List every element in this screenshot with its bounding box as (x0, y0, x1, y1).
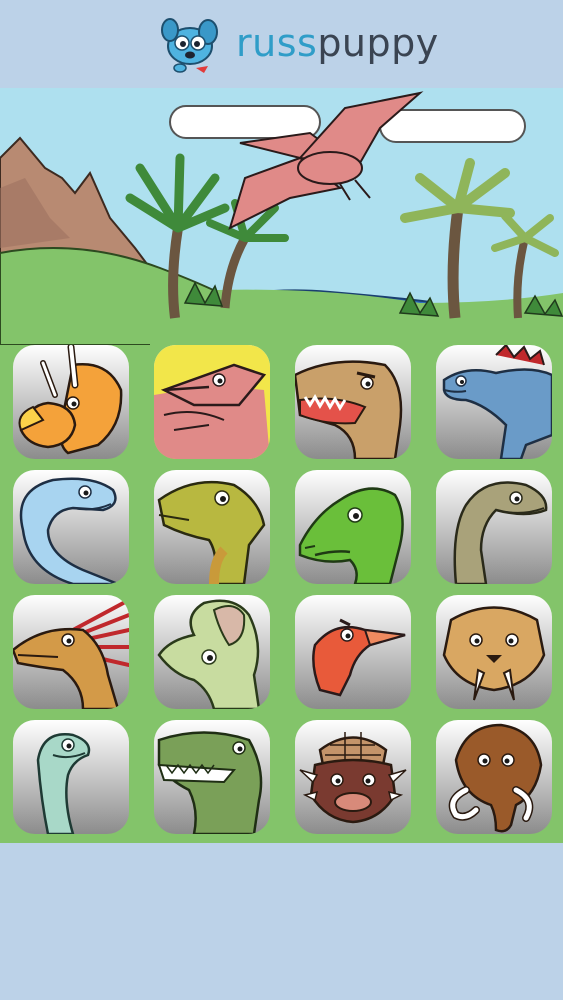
blue-puppy-mascot-icon (156, 10, 224, 76)
mammoth-icon (448, 723, 543, 833)
prehistoric-landscape-icon (0, 88, 563, 345)
animal-grid (0, 345, 563, 843)
tile-sabertooth[interactable] (436, 595, 552, 709)
spinosaurus-icon (13, 598, 129, 709)
tile-mammoth[interactable] (436, 720, 552, 834)
app-header: russpuppy (0, 0, 563, 88)
brand-part-puppy: puppy (317, 21, 439, 65)
brachiosaurus-icon (453, 481, 548, 584)
tile-ankylosaurus[interactable] (295, 720, 411, 834)
tile-pteranodon[interactable] (154, 345, 270, 459)
stegosaurus-icon (442, 345, 552, 459)
diplodocus-icon (36, 733, 91, 834)
triceratops-icon (18, 345, 123, 455)
tile-diplodocus[interactable] (13, 720, 129, 834)
archaeopteryx-icon (312, 618, 406, 697)
brand-part-russ: russ (236, 21, 318, 65)
tile-spinosaurus[interactable] (13, 595, 129, 709)
pteranodon-icon (154, 345, 270, 459)
plesiosaur-icon (19, 477, 119, 584)
ankylosaurus-icon (299, 732, 407, 824)
tile-plesiosaur[interactable] (13, 470, 129, 584)
tile-crocodile[interactable] (154, 720, 270, 834)
bottom-empty-area (0, 843, 563, 1000)
tile-archaeopteryx[interactable] (295, 595, 411, 709)
tile-parasaurolophus[interactable] (154, 595, 270, 709)
tile-brachiosaurus[interactable] (436, 470, 552, 584)
tile-t-rex[interactable] (295, 345, 411, 459)
sabertooth-tiger-icon (442, 606, 546, 701)
tile-green-raptor[interactable] (295, 470, 411, 584)
tile-iguanodon[interactable] (154, 470, 270, 584)
crocodile-icon (157, 731, 263, 834)
iguanodon-icon (157, 480, 266, 584)
brand-wordmark: russpuppy (236, 18, 439, 68)
tile-stegosaurus[interactable] (436, 345, 552, 459)
t-rex-icon (295, 360, 403, 459)
green-raptor-icon (298, 487, 404, 584)
tile-triceratops[interactable] (13, 345, 129, 459)
parasaurolophus-icon (157, 599, 261, 709)
